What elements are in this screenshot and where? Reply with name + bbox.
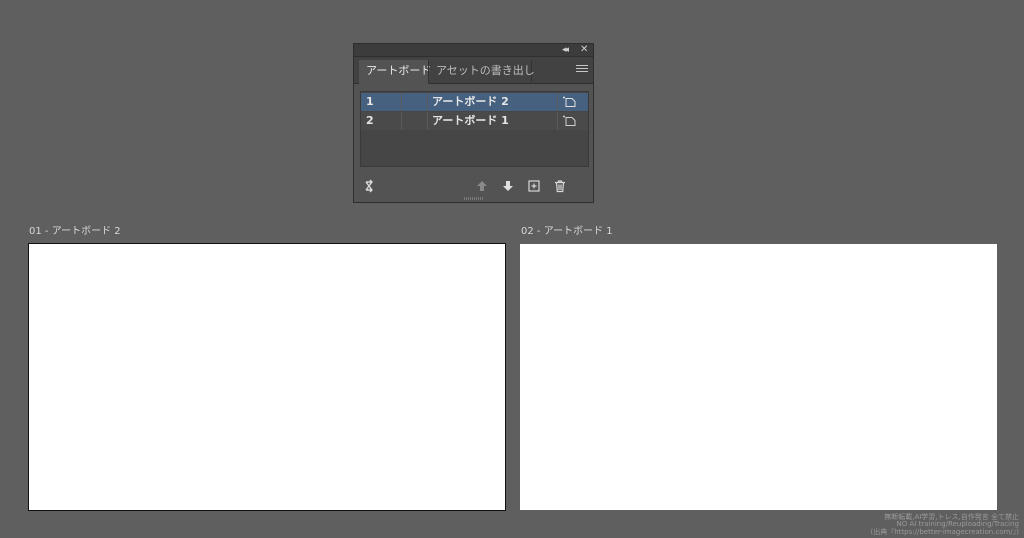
artboard-label[interactable]: 01 - アートボード 2	[29, 222, 121, 237]
artboards-panel: ◂◂ ✕ アートボード アセットの書き出し 1 アートボード 2 2 アートボー…	[353, 43, 594, 203]
column-divider	[427, 112, 428, 130]
tab-asset-export[interactable]: アセットの書き出し	[428, 60, 535, 84]
watermark: 無断転載,AI学習,トレス,自作発言 全て禁止 NO AI training/R…	[870, 513, 1019, 537]
column-divider	[401, 112, 402, 130]
column-divider	[401, 93, 402, 111]
trash-icon[interactable]	[553, 178, 567, 193]
artboard-canvas[interactable]	[520, 244, 997, 510]
tab-artboards[interactable]: アートボード	[359, 60, 431, 84]
collapse-panel-icon[interactable]: ◂◂	[562, 44, 569, 57]
artboard-list-row[interactable]: 2 アートボード 1	[361, 112, 588, 130]
artboard-list-row[interactable]: 1 アートボード 2	[361, 93, 588, 111]
column-divider	[427, 93, 428, 111]
close-icon[interactable]: ✕	[580, 44, 588, 57]
move-down-icon[interactable]	[501, 178, 515, 192]
new-artboard-icon[interactable]	[527, 178, 541, 192]
panel-tabbar: アートボード アセットの書き出し	[354, 57, 593, 84]
column-divider	[557, 112, 558, 130]
watermark-line: (出典『https://better-imagecreation.com/』)	[870, 527, 1019, 536]
artboard-number: 1	[366, 95, 374, 108]
artboard-name[interactable]: アートボード 2	[432, 93, 509, 111]
rearrange-artboards-icon[interactable]	[365, 178, 379, 193]
move-up-icon[interactable]	[475, 178, 489, 192]
panel-menu-icon[interactable]	[576, 65, 588, 74]
artboard-options-icon[interactable]	[563, 115, 576, 126]
panel-footer	[354, 174, 593, 196]
artboard-list: 1 アートボード 2 2 アートボード 1	[360, 91, 589, 167]
artboard-options-icon[interactable]	[563, 96, 576, 107]
panel-titlebar[interactable]: ◂◂ ✕	[354, 44, 593, 57]
artboard-canvas[interactable]	[28, 243, 506, 511]
artboard-number: 2	[366, 114, 374, 127]
column-divider	[557, 93, 558, 111]
artboard-name[interactable]: アートボード 1	[432, 112, 509, 130]
panel-resize-grip[interactable]	[464, 197, 484, 200]
artboard-label[interactable]: 02 - アートボード 1	[521, 222, 613, 237]
